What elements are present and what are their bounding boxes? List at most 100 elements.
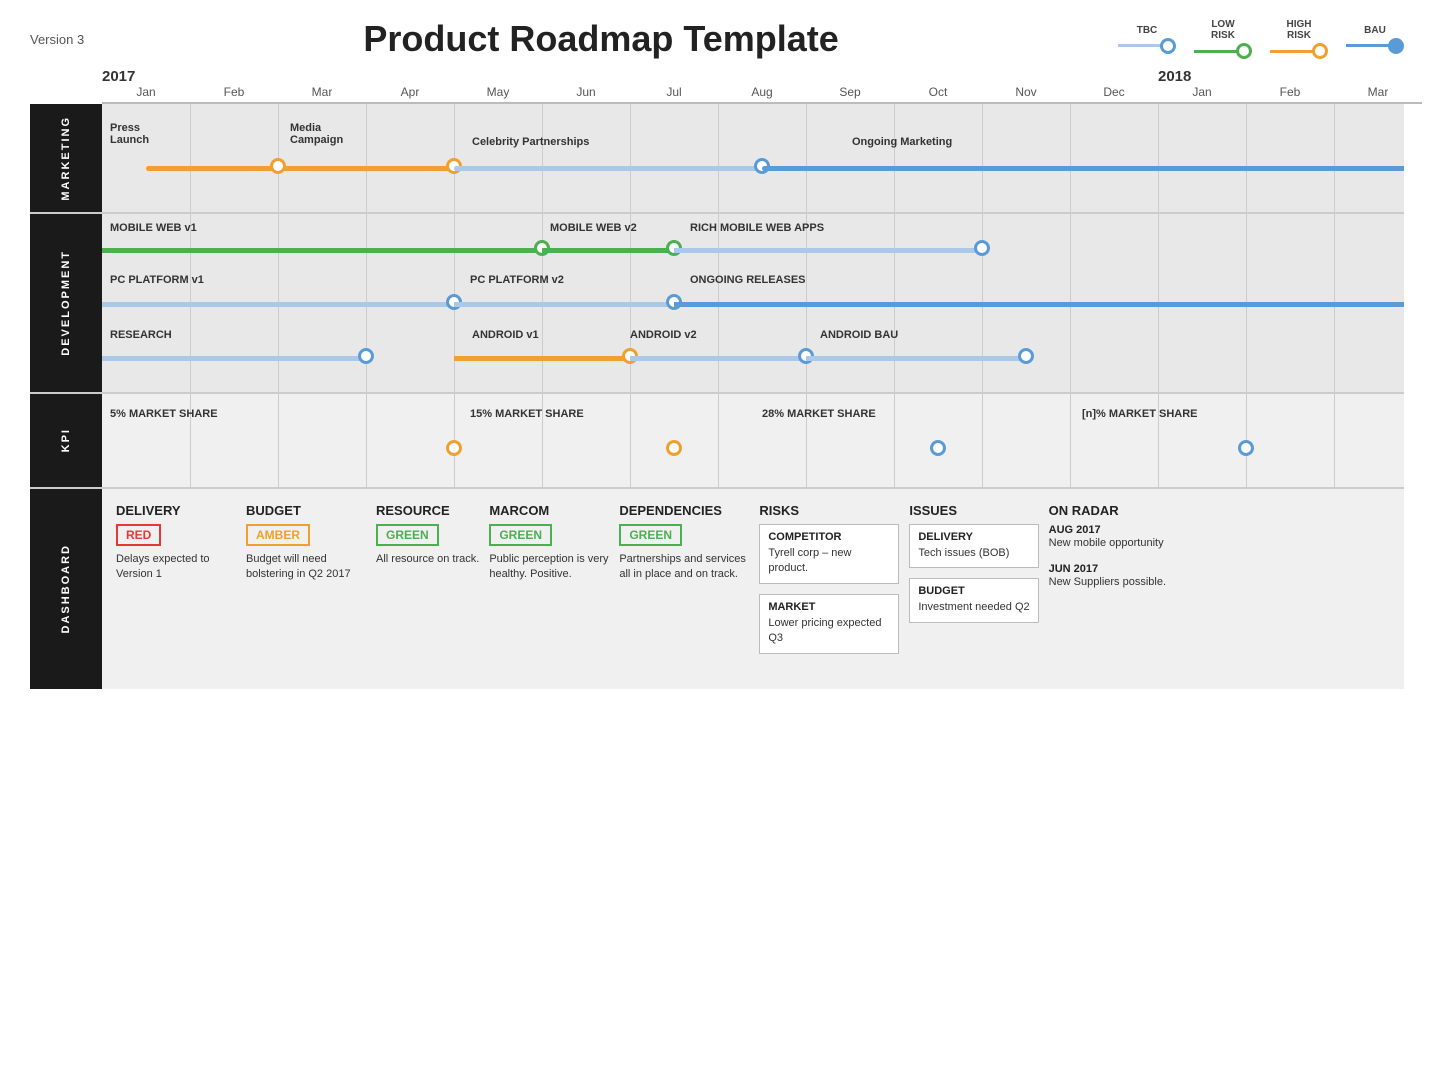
marketing-label: MARKETING	[60, 116, 72, 201]
dashboard-radar-col: ON RADAR AUG 2017 New mobile opportunity…	[1049, 503, 1179, 591]
dashboard-radar-item-2: JUN 2017 New Suppliers possible.	[1049, 563, 1179, 590]
dashboard-resource-text: All resource on track.	[376, 552, 479, 567]
dashboard-resource-title: RESOURCE	[376, 503, 479, 518]
legend-bau: BAU	[1346, 25, 1404, 54]
month-mar17: Mar	[278, 85, 366, 99]
dashboard-label-wrap: DASHBOARD	[30, 489, 102, 689]
dashboard-delivery-badge: RED	[116, 524, 161, 546]
development-content: MOBILE WEB v1 MOBILE WEB v2 RICH MOBILE …	[102, 214, 1404, 392]
dev-pc-v2-label: PC PLATFORM v2	[470, 274, 564, 286]
dashboard-issues-box1-title: DELIVERY	[918, 531, 1029, 543]
dashboard-risks-box-1: COMPETITOR Tyrell corp – new product.	[759, 524, 899, 584]
dashboard-radar-item-1: AUG 2017 New mobile opportunity	[1049, 524, 1179, 551]
dashboard-issues-box-2: BUDGET Investment needed Q2	[909, 578, 1038, 622]
dashboard-marcom-text: Public perception is very healthy. Posit…	[489, 552, 609, 583]
dashboard-risks-col: RISKS COMPETITOR Tyrell corp – new produ…	[759, 503, 899, 654]
dashboard-issues-box-1: DELIVERY Tech issues (BOB)	[909, 524, 1038, 568]
kpi-n-pct-label: [n]% MARKET SHARE	[1082, 408, 1198, 420]
header: Version 3 Product Roadmap Template TBC L…	[30, 18, 1404, 60]
development-label-wrap: DEVELOPMENT	[30, 214, 102, 392]
dev-android-bau-label: ANDROID BAU	[820, 329, 898, 341]
legend-high-risk: HIGHRISK	[1270, 19, 1328, 59]
month-sep17: Sep	[806, 85, 894, 99]
legend-tbc-line	[1118, 38, 1176, 54]
marketing-press-launch-label: PressLaunch	[110, 122, 149, 146]
version-label: Version 3	[30, 32, 84, 47]
dev-ongoing-bar	[674, 302, 1404, 307]
legend-bau-label: BAU	[1364, 25, 1386, 36]
dashboard-issues-box2-text: Investment needed Q2	[918, 600, 1029, 615]
dashboard-budget-col: BUDGET AMBER Budget will need bolstering…	[246, 503, 366, 583]
legend-bau-line	[1346, 38, 1404, 54]
dev-research-label: RESEARCH	[110, 329, 172, 341]
dashboard-delivery-col: DELIVERY RED Delays expected to Version …	[116, 503, 236, 583]
marketing-ongoing-label: Ongoing Marketing	[852, 136, 952, 148]
dev-mobile-web-v2-label: MOBILE WEB v2	[550, 222, 637, 234]
kpi-milestone-3	[930, 440, 946, 456]
dev-mobile-web-v1-bar	[102, 248, 542, 253]
dashboard-issues-box1-text: Tech issues (BOB)	[918, 546, 1029, 561]
legend-tbc-label: TBC	[1137, 25, 1158, 36]
month-oct17: Oct	[894, 85, 982, 99]
marketing-celebrity-label: Celebrity Partnerships	[472, 136, 589, 148]
dev-ongoing-releases-label: ONGOING RELEASES	[690, 274, 806, 286]
dev-android-v1-label: ANDROID v1	[472, 329, 539, 341]
dev-mobile-web-v1-label: MOBILE WEB v1	[110, 222, 197, 234]
dashboard-radar-date-1: AUG 2017	[1049, 524, 1179, 536]
kpi-28pct-label: 28% MARKET SHARE	[762, 408, 876, 420]
dev-android-bau-milestone	[1018, 348, 1034, 364]
dashboard-dependencies-col: DEPENDENCIES GREEN Partnerships and serv…	[619, 503, 749, 583]
dev-android-v2-bar	[630, 356, 806, 361]
marketing-orange-bar	[146, 166, 454, 171]
dashboard-risks-box1-text: Tyrell corp – new product.	[768, 546, 890, 577]
dashboard-risks-box-2: MARKET Lower pricing expected Q3	[759, 594, 899, 654]
kpi-milestone-4	[1238, 440, 1254, 456]
dev-research-milestone	[358, 348, 374, 364]
dev-rich-mobile-milestone	[974, 240, 990, 256]
dashboard-delivery-text: Delays expected to Version 1	[116, 552, 236, 583]
kpi-5pct-label: 5% MARKET SHARE	[110, 408, 218, 420]
dashboard-dependencies-title: DEPENDENCIES	[619, 503, 749, 518]
marketing-label-wrap: MARKETING	[30, 104, 102, 212]
marketing-milestone-1	[270, 158, 286, 174]
dashboard-budget-title: BUDGET	[246, 503, 366, 518]
kpi-milestone-1	[446, 440, 462, 456]
legend-low-risk: LOWRISK	[1194, 19, 1252, 59]
year-2018: 2018	[1158, 68, 1422, 85]
month-jan17: Jan	[102, 85, 190, 99]
page-title: Product Roadmap Template	[84, 18, 1118, 60]
dashboard-risks-box2-title: MARKET	[768, 601, 890, 613]
months-row: Jan Feb Mar Apr May Jun Jul Aug Sep Oct …	[102, 85, 1422, 104]
development-section: DEVELOPMENT MOBILE WEB v1	[30, 214, 1404, 394]
legend-high-risk-line	[1270, 43, 1328, 59]
dashboard-radar-title: ON RADAR	[1049, 503, 1179, 518]
dashboard-issues-box2-title: BUDGET	[918, 585, 1029, 597]
marketing-blue-bar	[762, 166, 1404, 171]
month-dec17: Dec	[1070, 85, 1158, 99]
page: Version 3 Product Roadmap Template TBC L…	[0, 0, 1434, 1080]
month-aug17: Aug	[718, 85, 806, 99]
legend-low-risk-line	[1194, 43, 1252, 59]
kpi-label-wrap: KPI	[30, 394, 102, 487]
legend-high-risk-label: HIGHRISK	[1287, 19, 1312, 41]
dev-android-v1-bar	[454, 356, 630, 361]
dashboard-issues-title: ISSUES	[909, 503, 1038, 518]
dashboard-resource-badge: GREEN	[376, 524, 439, 546]
dashboard-resource-col: RESOURCE GREEN All resource on track.	[376, 503, 479, 567]
month-nov17: Nov	[982, 85, 1070, 99]
dashboard-dependencies-text: Partnerships and services all in place a…	[619, 552, 749, 583]
dashboard-dependencies-badge: GREEN	[619, 524, 682, 546]
month-jan18: Jan	[1158, 85, 1246, 99]
month-may17: May	[454, 85, 542, 99]
dashboard-marcom-badge: GREEN	[489, 524, 552, 546]
month-apr17: Apr	[366, 85, 454, 99]
month-jun17: Jun	[542, 85, 630, 99]
kpi-section: KPI 5% MARKET SHARE 15% MARKET SHARE	[30, 394, 1404, 489]
dashboard-radar-text-2: New Suppliers possible.	[1049, 575, 1179, 590]
dashboard-marcom-title: MARCOM	[489, 503, 609, 518]
dev-rich-mobile-label: RICH MOBILE WEB APPS	[690, 222, 824, 234]
dev-pc-v2-bar	[454, 302, 674, 307]
dev-android-v2-label: ANDROID v2	[630, 329, 697, 341]
kpi-label: KPI	[60, 428, 72, 452]
dashboard-issues-col: ISSUES DELIVERY Tech issues (BOB) BUDGET…	[909, 503, 1038, 623]
